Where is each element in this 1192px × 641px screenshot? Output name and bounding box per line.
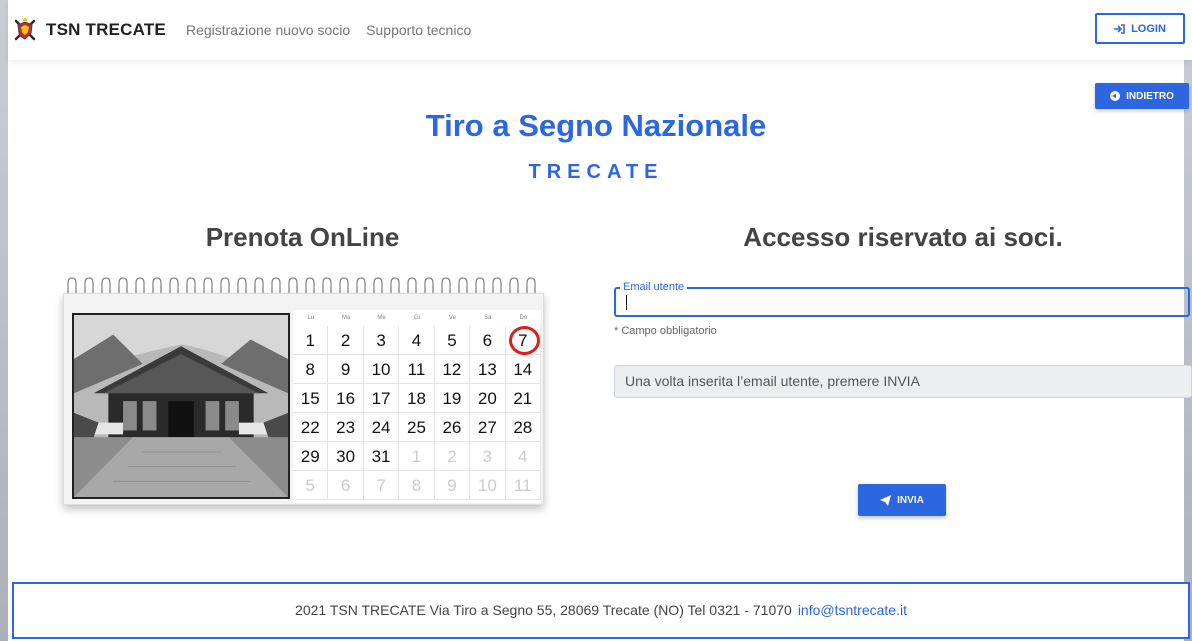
calendar-day-next-month: 10 bbox=[470, 471, 506, 500]
footer-text: 2021 TSN TRECATE Via Tiro a Segno 55, 28… bbox=[295, 602, 792, 618]
calendar-day: 29 bbox=[293, 442, 329, 471]
calendar-day: 1 bbox=[293, 326, 329, 355]
weekday-label: Me bbox=[377, 315, 386, 321]
calendar-day-next-month: 6 bbox=[328, 471, 364, 500]
weekday-header: Lu Ma Me Gi Ve Sa Do bbox=[293, 310, 541, 326]
booking-calendar-image[interactable]: Lu Ma Me Gi Ve Sa Do 1 2 3 4 5 6 7 8 9 1… bbox=[60, 275, 546, 507]
send-label: INVIA bbox=[897, 494, 924, 506]
calendar-days: 1 2 3 4 5 6 7 8 9 10 11 12 13 14 15 16 1… bbox=[293, 326, 541, 500]
back-button[interactable]: INDIETRO bbox=[1095, 83, 1189, 109]
text-caret bbox=[626, 295, 627, 310]
calendar-day: 13 bbox=[470, 355, 506, 384]
email-input[interactable] bbox=[614, 287, 1190, 317]
login-heading: Accesso riservato ai soci. bbox=[743, 222, 1063, 252]
window-edge-left bbox=[0, 0, 8, 641]
calendar-day: 27 bbox=[470, 413, 506, 442]
page-subtitle: TRECATE bbox=[528, 161, 664, 183]
calendar-day: 4 bbox=[399, 326, 435, 355]
calendar-day: 12 bbox=[434, 355, 471, 384]
calendar-day-next-month: 1 bbox=[399, 442, 435, 471]
weekday-label: Do bbox=[519, 315, 528, 321]
page-title: Tiro a Segno Nazionale bbox=[425, 108, 767, 143]
login-label: LOGIN bbox=[1131, 22, 1166, 35]
calendar-day: 2 bbox=[328, 326, 364, 355]
brand-name: TSN TRECATE bbox=[46, 20, 166, 39]
calendar-day-highlighted: 7 bbox=[505, 326, 541, 355]
calendar-day-next-month: 3 bbox=[470, 442, 506, 471]
calendar-day: 30 bbox=[328, 442, 364, 471]
calendar-day: 22 bbox=[293, 413, 329, 442]
instruction-field: Una volta inserita l’email utente, preme… bbox=[614, 365, 1192, 398]
footer-email-link[interactable]: info@tsntrecate.it bbox=[798, 602, 907, 618]
weekday-label: Ve bbox=[448, 315, 456, 321]
highlight-circle bbox=[508, 326, 540, 355]
nav-link-registrazione[interactable]: Registrazione nuovo socio bbox=[186, 22, 350, 38]
calendar-day-next-month: 7 bbox=[363, 471, 400, 500]
calendar-day: 24 bbox=[363, 413, 400, 442]
weekday-label: Gi bbox=[413, 315, 420, 321]
calendar-day: 18 bbox=[399, 384, 435, 413]
footer: 2021 TSN TRECATE Via Tiro a Segno 55, 28… bbox=[12, 582, 1190, 639]
email-label: Email utente bbox=[620, 281, 688, 293]
calendar-body: Lu Ma Me Gi Ve Sa Do 1 2 3 4 5 6 7 8 9 1… bbox=[63, 293, 544, 505]
calendar-day: 17 bbox=[363, 384, 400, 413]
nav-link-supporto[interactable]: Supporto tecnico bbox=[366, 22, 471, 38]
arrow-left-circle-icon bbox=[1110, 91, 1121, 101]
calendar-day: 28 bbox=[505, 413, 541, 442]
calendar-day: 5 bbox=[434, 326, 471, 355]
calendar-day-next-month: 9 bbox=[434, 471, 471, 500]
calendar-day: 11 bbox=[399, 355, 435, 384]
calendar-day-next-month: 4 bbox=[505, 442, 541, 471]
calendar-day: 6 bbox=[470, 326, 506, 355]
brand-logo-icon bbox=[14, 18, 36, 41]
calendar-day: 23 bbox=[328, 413, 364, 442]
login-button[interactable]: LOGIN bbox=[1095, 13, 1185, 44]
weekday-label: Lu bbox=[307, 315, 315, 321]
calendar-day: 9 bbox=[328, 355, 364, 384]
calendar-day: 31 bbox=[363, 442, 400, 471]
weekday-label: Sa bbox=[484, 315, 492, 321]
calendar-day: 14 bbox=[505, 355, 541, 384]
calendar-day: 15 bbox=[293, 384, 329, 413]
calendar-day-next-month: 11 bbox=[505, 471, 541, 500]
navbar: TSN TRECATE Registrazione nuovo socio Su… bbox=[8, 0, 1192, 60]
calendar-day: 3 bbox=[363, 326, 400, 355]
calendar-day-next-month: 8 bbox=[399, 471, 435, 500]
calendar-day-next-month: 2 bbox=[434, 442, 471, 471]
calendar-day: 19 bbox=[434, 384, 471, 413]
calendar-day: 8 bbox=[293, 355, 329, 384]
calendar-day: 25 bbox=[399, 413, 435, 442]
calendar-day: 20 bbox=[470, 384, 506, 413]
calendar-day: 21 bbox=[505, 384, 541, 413]
send-button[interactable]: INVIA bbox=[858, 484, 946, 516]
required-note: * Campo obbligatorio bbox=[614, 325, 717, 337]
calendar-grid: Lu Ma Me Gi Ve Sa Do 1 2 3 4 5 6 7 8 9 1… bbox=[293, 310, 541, 503]
clubhouse-photo bbox=[72, 313, 290, 499]
brand[interactable]: TSN TRECATE bbox=[12, 17, 166, 43]
login-icon bbox=[1114, 23, 1125, 34]
calendar-day-next-month: 5 bbox=[293, 471, 329, 500]
calendar-day: 10 bbox=[363, 355, 400, 384]
back-label: INDIETRO bbox=[1126, 90, 1174, 102]
booking-heading: Prenota OnLine bbox=[205, 222, 400, 252]
calendar-day: 16 bbox=[328, 384, 364, 413]
paper-plane-icon bbox=[880, 494, 892, 506]
calendar-day: 26 bbox=[434, 413, 471, 442]
weekday-label: Ma bbox=[341, 315, 351, 321]
